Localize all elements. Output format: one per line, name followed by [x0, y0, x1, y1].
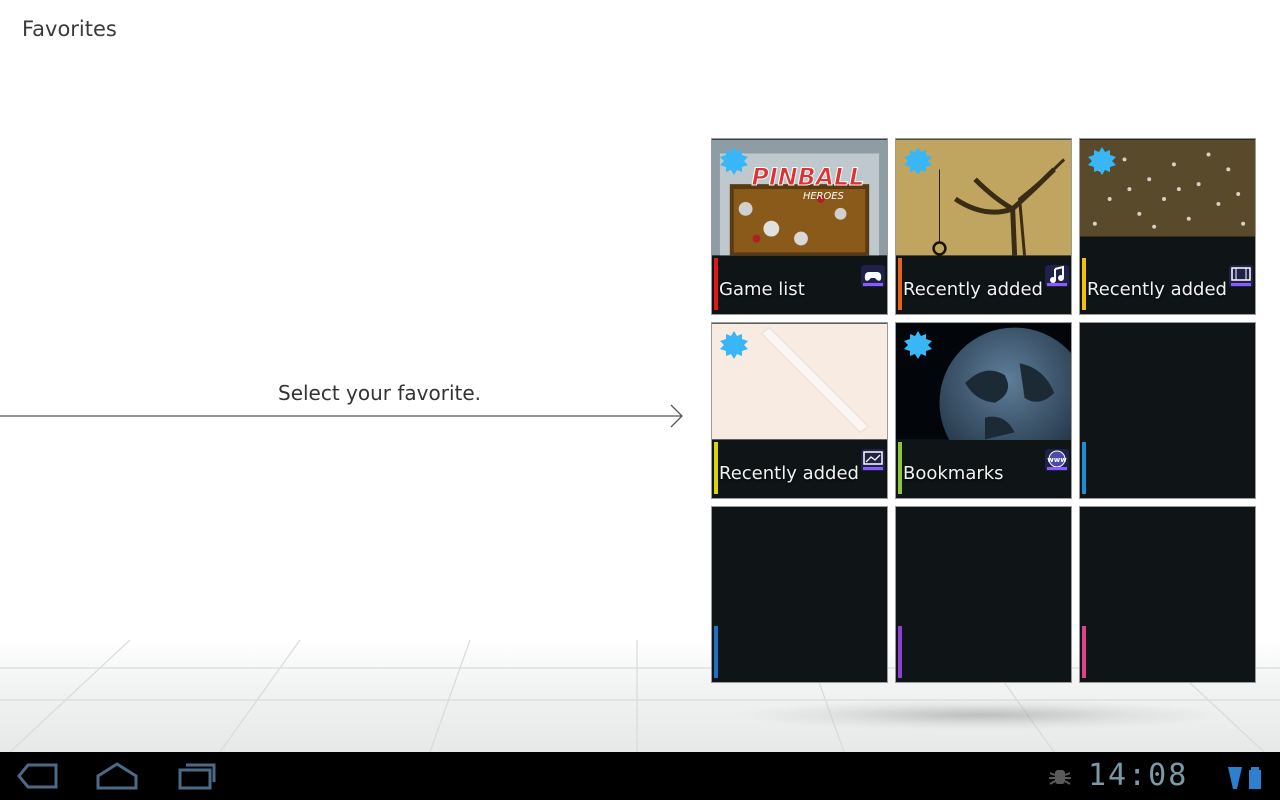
tile-label: Recently added [719, 463, 859, 484]
svg-text:PINBALL: PINBALL [752, 163, 865, 191]
svg-text:www: www [1047, 456, 1067, 464]
grid-shadow [740, 700, 1220, 730]
home-icon[interactable] [94, 760, 140, 792]
new-badge-icon [720, 147, 748, 175]
svg-text:HEROES: HEROES [803, 191, 844, 202]
favorite-tile-empty[interactable] [711, 506, 888, 683]
new-badge-icon [1088, 147, 1116, 175]
battery-icon [1249, 767, 1261, 789]
favorite-tile-recent-photo[interactable]: Recently added [711, 322, 888, 499]
favorite-tile-bookmarks[interactable]: Bookmarks www [895, 322, 1072, 499]
accent-bar [1082, 442, 1086, 494]
system-bar: 14:08 [0, 752, 1280, 800]
new-badge-icon [720, 331, 748, 359]
favorite-tile-empty[interactable] [1079, 506, 1256, 683]
music-note-icon [1045, 265, 1069, 287]
new-badge-icon [904, 147, 932, 175]
film-strip-icon [1229, 265, 1253, 287]
arrow-right-icon [0, 404, 683, 428]
page-title: Favorites [22, 17, 117, 41]
clock: 14:08 [1088, 758, 1189, 793]
accent-bar [714, 258, 718, 310]
new-badge-icon [904, 331, 932, 359]
favorites-grid: PINBALL HEROES Game list Recently added [711, 138, 1257, 684]
tile-label: Recently added [1087, 279, 1227, 300]
accent-bar [898, 442, 902, 494]
debug-icon [1049, 770, 1071, 785]
tile-label: Game list [719, 279, 805, 300]
accent-bar [714, 626, 718, 678]
accent-bar [898, 258, 902, 310]
accent-bar [1082, 258, 1086, 310]
tile-label: Bookmarks [903, 463, 1004, 484]
accent-bar [714, 442, 718, 494]
wifi-icon [1228, 767, 1242, 789]
accent-bar [898, 626, 902, 678]
accent-bar [1082, 626, 1086, 678]
favorite-tile-empty[interactable] [895, 506, 1072, 683]
favorite-tile-recent-music[interactable]: Recently added [895, 138, 1072, 315]
favorite-tile-recent-video[interactable]: Recently added [1079, 138, 1256, 315]
back-icon[interactable] [16, 760, 60, 792]
gamepad-icon [861, 265, 885, 287]
tile-label: Recently added [903, 279, 1043, 300]
favorite-tile-game-list[interactable]: PINBALL HEROES Game list [711, 138, 888, 315]
photo-icon [861, 449, 885, 471]
favorite-tile-empty[interactable] [1079, 322, 1256, 499]
www-globe-icon: www [1045, 449, 1069, 471]
recent-apps-icon[interactable] [176, 760, 218, 792]
